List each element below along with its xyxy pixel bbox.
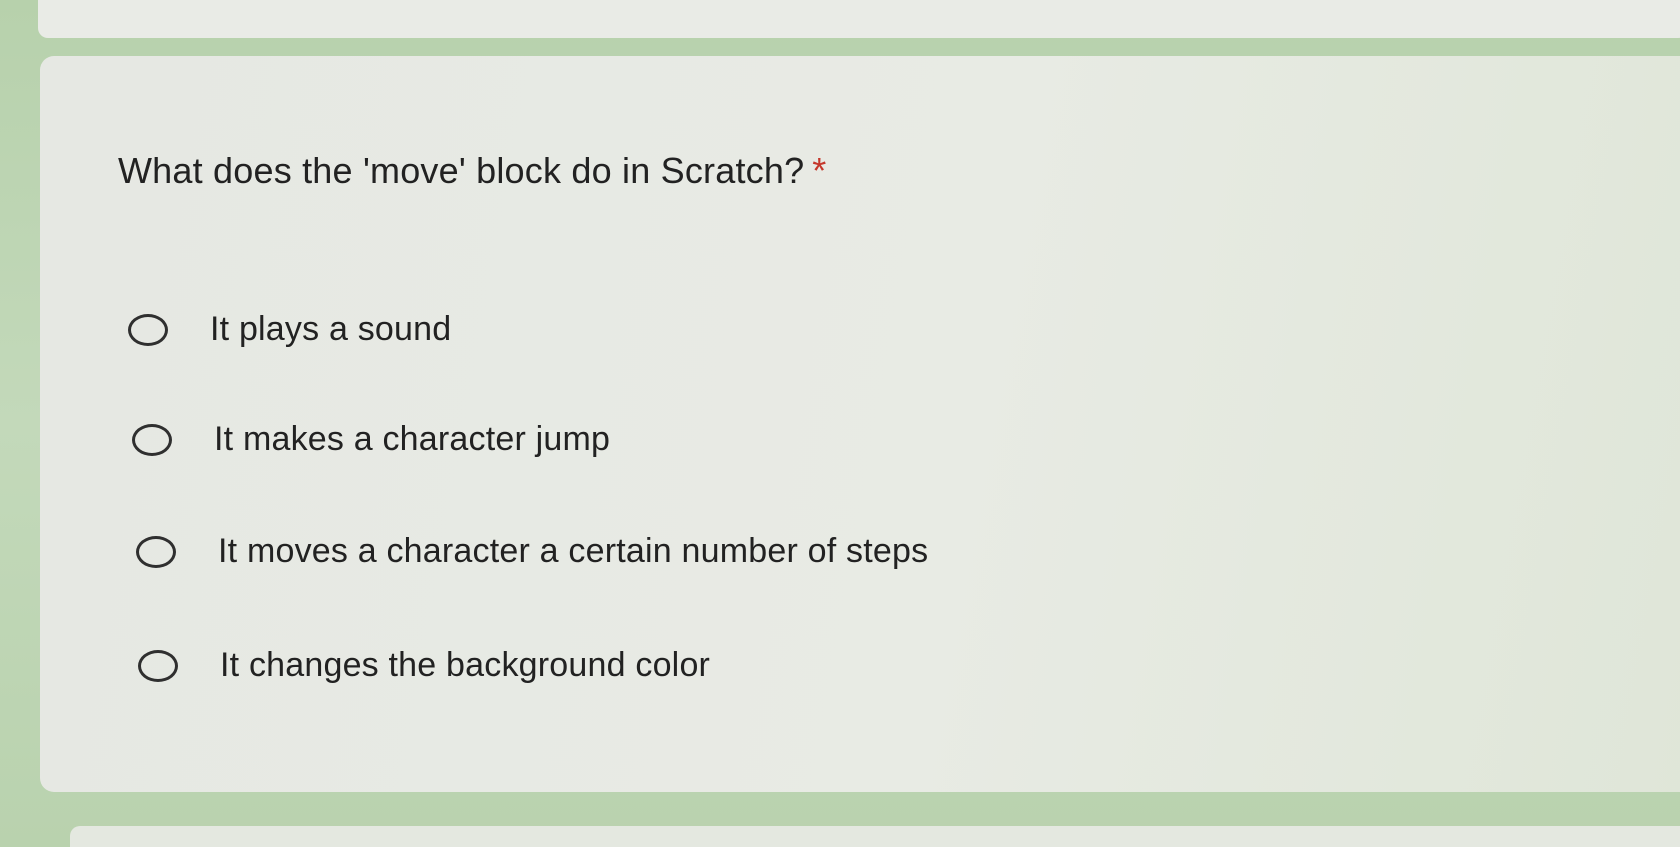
required-marker: * bbox=[812, 150, 827, 191]
radio-button[interactable] bbox=[136, 535, 176, 568]
option-1[interactable]: It plays a sound bbox=[128, 310, 451, 349]
question-text: What does the 'move' block do in Scratch… bbox=[118, 150, 805, 191]
next-question-card bbox=[70, 826, 1680, 847]
previous-question-card bbox=[38, 0, 1680, 38]
option-label[interactable]: It makes a character jump bbox=[214, 420, 610, 459]
option-label[interactable]: It plays a sound bbox=[210, 310, 451, 349]
question-title: What does the 'move' block do in Scratch… bbox=[118, 150, 827, 192]
form-page: What does the 'move' block do in Scratch… bbox=[0, 0, 1680, 847]
option-label[interactable]: It changes the background color bbox=[220, 646, 710, 685]
radio-button[interactable] bbox=[132, 423, 172, 456]
option-2[interactable]: It makes a character jump bbox=[132, 420, 610, 459]
option-4[interactable]: It changes the background color bbox=[138, 646, 710, 685]
radio-button[interactable] bbox=[138, 649, 178, 682]
radio-button[interactable] bbox=[128, 313, 168, 346]
option-3[interactable]: It moves a character a certain number of… bbox=[136, 532, 928, 571]
option-label[interactable]: It moves a character a certain number of… bbox=[218, 532, 928, 571]
